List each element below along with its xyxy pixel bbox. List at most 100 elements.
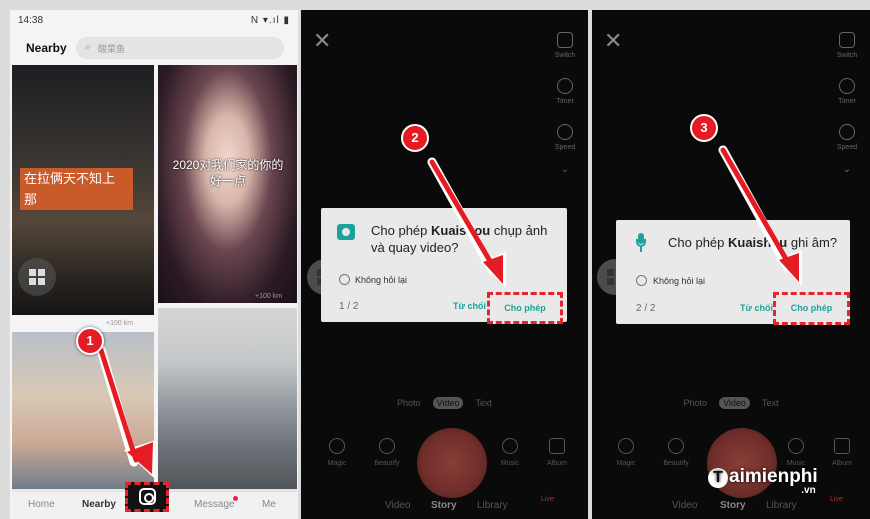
dont-ask-checkbox[interactable]	[339, 274, 350, 285]
speed-button[interactable]: Speed	[550, 124, 580, 151]
speed-icon	[839, 124, 855, 140]
deny-button[interactable]: Từ chối	[453, 301, 486, 311]
tab-story[interactable]: Story	[720, 500, 746, 511]
status-icons: N ▾.ıl ▮	[250, 15, 290, 26]
mode-video[interactable]: Video	[719, 397, 750, 409]
watermark-logo-icon: T	[708, 468, 728, 488]
tab-library[interactable]: Library	[766, 500, 797, 511]
mode-video[interactable]: Video	[432, 397, 464, 409]
mode-selector: Photo Video Text	[592, 397, 870, 409]
music-button[interactable]: Music	[494, 438, 526, 467]
tab-library[interactable]: Library	[477, 500, 508, 511]
tab-video[interactable]: Video	[672, 500, 697, 511]
side-label: Timer	[556, 98, 574, 105]
switch-camera-button[interactable]: Switch	[832, 32, 862, 59]
dont-ask-checkbox[interactable]	[636, 275, 647, 286]
album-button[interactable]: Album	[826, 438, 858, 467]
watermark: Taimienphi .vn	[708, 466, 818, 496]
record-button[interactable]	[417, 428, 487, 498]
dialog-title: Cho phép Kuaishou ghi âm?	[668, 235, 838, 250]
nav-message[interactable]: Message	[194, 499, 235, 510]
watermark-suffix: .vn	[801, 485, 816, 496]
search-placeholder: 酸菜鱼	[98, 44, 126, 54]
chevron-down-icon[interactable]: ⌄	[832, 164, 862, 175]
tab-story[interactable]: Story	[431, 500, 457, 511]
notification-dot	[233, 496, 238, 501]
page-indicator: 1 / 2	[339, 301, 359, 312]
side-label: Switch	[554, 52, 576, 59]
beautify-icon	[668, 438, 684, 454]
magic-icon	[618, 438, 634, 454]
side-label: Speed	[836, 144, 858, 151]
status-time: 14:38	[18, 15, 44, 26]
album-icon	[834, 438, 850, 454]
beautify-button[interactable]: Beautify	[371, 438, 403, 467]
distance-label: +100 km	[255, 293, 283, 300]
magic-icon	[329, 438, 345, 454]
speed-button[interactable]: Speed	[832, 124, 862, 151]
timer-icon	[839, 78, 855, 94]
album-button[interactable]: Album	[541, 438, 573, 467]
feed-card-4[interactable]	[158, 308, 297, 492]
dialog-title: Cho phép Kuaishou chụp ảnh và quay video…	[371, 223, 548, 255]
nav-me[interactable]: Me	[262, 499, 276, 510]
deny-button[interactable]: Từ chối	[740, 303, 773, 313]
nearby-screen: 14:38 N ▾.ıl ▮ Nearby ⌕ 酸菜鱼 在拉俩天不知上 那 20…	[10, 10, 298, 519]
music-icon	[502, 438, 518, 454]
tab-live[interactable]: Live	[830, 496, 843, 503]
mode-photo[interactable]: Photo	[397, 398, 421, 408]
search-icon: ⌕	[85, 41, 92, 53]
status-bar: 14:38 N ▾.ıl ▮	[10, 10, 298, 32]
switch-camera-button[interactable]: Switch	[550, 32, 580, 59]
search-input[interactable]: ⌕ 酸菜鱼	[76, 37, 284, 59]
dont-ask-label: Không hỏi lại	[355, 275, 408, 285]
magic-button[interactable]: Magic	[610, 438, 642, 467]
album-icon	[549, 438, 565, 454]
beautify-icon	[379, 438, 395, 454]
mode-text[interactable]: Text	[762, 398, 779, 408]
mode-photo[interactable]: Photo	[684, 398, 708, 408]
watermark-brand: aimienphi	[729, 466, 818, 487]
timer-button[interactable]: Timer	[832, 78, 862, 105]
camera-button[interactable]	[125, 482, 169, 512]
side-label: Timer	[838, 98, 856, 105]
step-2-badge: 2	[401, 124, 429, 152]
mode-selector: Photo Video Text	[301, 397, 588, 409]
camera-screen-2: ✕ Switch Timer Speed ⌄ Cho phép Kuaishou…	[592, 10, 870, 519]
magic-button[interactable]: Magic	[321, 438, 353, 467]
side-label: Switch	[836, 52, 858, 59]
tab-live[interactable]: Live	[541, 496, 554, 503]
grid-icon[interactable]	[18, 258, 56, 296]
header: Nearby ⌕ 酸菜鱼	[10, 32, 298, 64]
side-label: Speed	[554, 144, 576, 151]
timer-button[interactable]: Timer	[550, 78, 580, 105]
distance-label: +100 km	[106, 320, 134, 327]
tab-video[interactable]: Video	[385, 500, 410, 511]
close-icon[interactable]: ✕	[604, 30, 622, 52]
music-button[interactable]: Music	[780, 438, 812, 467]
allow-button[interactable]: Cho phép	[773, 292, 850, 325]
chevron-down-icon[interactable]: ⌄	[550, 164, 580, 175]
card-caption: 2020对我们家的你的 好一点	[172, 158, 284, 188]
nav-nearby[interactable]: Nearby	[82, 499, 116, 510]
switch-icon	[557, 32, 573, 48]
camera-icon	[139, 488, 156, 505]
music-icon	[788, 438, 804, 454]
close-icon[interactable]: ✕	[313, 30, 331, 52]
feed-card-2[interactable]: 2020对我们家的你的 好一点	[158, 65, 297, 303]
feed-card-3[interactable]	[12, 332, 154, 492]
mode-text[interactable]: Text	[475, 398, 492, 408]
step-1-badge: 1	[76, 327, 104, 355]
page-indicator: 2 / 2	[636, 303, 656, 314]
timer-icon	[557, 78, 573, 94]
card-caption: 在拉俩天不知上 那	[20, 168, 133, 210]
page-title: Nearby	[26, 41, 67, 55]
beautify-button[interactable]: Beautify	[660, 438, 692, 467]
step-3-badge: 3	[690, 114, 718, 142]
allow-button[interactable]: Cho phép	[487, 292, 563, 324]
microphone-icon	[636, 233, 646, 253]
dont-ask-label: Không hỏi lại	[653, 276, 706, 286]
camera-screen-1: ✕ Switch Timer Speed ⌄ Cho phép Kuaishou…	[301, 10, 588, 519]
nav-home[interactable]: Home	[28, 499, 55, 510]
camera-icon	[337, 224, 355, 240]
